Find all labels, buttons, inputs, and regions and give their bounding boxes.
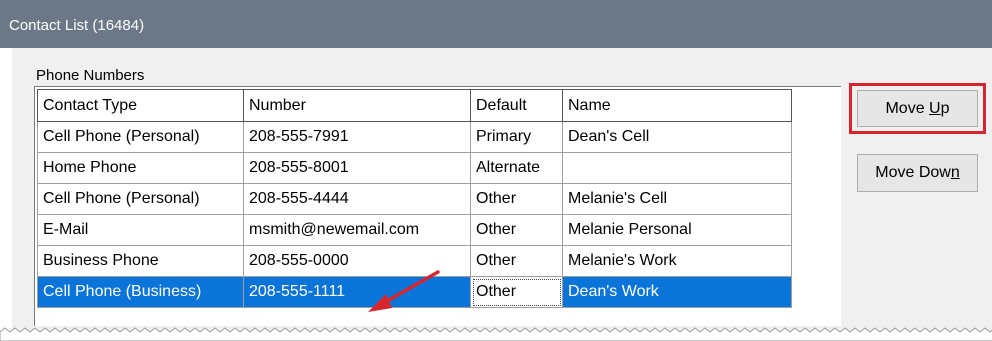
phone-numbers-label: Phone Numbers bbox=[36, 67, 145, 84]
window-titlebar: Contact List (16484) bbox=[0, 0, 992, 48]
cell-default-focused[interactable]: Other bbox=[470, 276, 563, 308]
cell-number[interactable]: 208-555-4444 bbox=[243, 183, 471, 215]
table-row[interactable]: Cell Phone (Personal) 208-555-7991 Prima… bbox=[37, 121, 792, 153]
column-header-contact-type[interactable]: Contact Type bbox=[37, 89, 244, 122]
cell-contact-type[interactable]: Cell Phone (Personal) bbox=[37, 121, 244, 153]
cell-contact-type[interactable]: Business Phone bbox=[37, 245, 244, 277]
table-row[interactable]: E-Mail msmith@newemail.com Other Melanie… bbox=[37, 214, 792, 246]
cell-default[interactable]: Primary bbox=[470, 121, 563, 153]
cell-number[interactable]: 208-555-7991 bbox=[243, 121, 471, 153]
cell-default[interactable]: Other bbox=[470, 245, 563, 277]
move-up-button[interactable]: Move Up bbox=[857, 90, 978, 127]
cell-number[interactable]: 208-555-8001 bbox=[243, 152, 471, 184]
cell-name[interactable] bbox=[562, 152, 792, 184]
move-up-label-post: p bbox=[940, 99, 950, 117]
cell-contact-type[interactable]: Home Phone bbox=[37, 152, 244, 184]
table-row[interactable]: Cell Phone (Personal) 208-555-4444 Other… bbox=[37, 183, 792, 215]
move-up-accesskey: U bbox=[929, 99, 941, 117]
column-header-number[interactable]: Number bbox=[243, 89, 471, 122]
cell-contact-type[interactable]: E-Mail bbox=[37, 214, 244, 246]
cell-default[interactable]: Other bbox=[470, 214, 563, 246]
cell-default[interactable]: Other bbox=[470, 183, 563, 215]
move-down-button[interactable]: Move Dow n bbox=[857, 154, 978, 192]
cell-name[interactable]: Dean's Work bbox=[562, 276, 792, 308]
cell-name[interactable]: Dean's Cell bbox=[562, 121, 792, 153]
window-title: Contact List (16484) bbox=[9, 17, 145, 34]
torn-edge-divider bbox=[0, 327, 992, 341]
column-header-default[interactable]: Default bbox=[470, 89, 563, 122]
move-down-accesskey: n bbox=[950, 164, 960, 181]
cell-name[interactable]: Melanie's Cell bbox=[562, 183, 792, 215]
cell-contact-type[interactable]: Cell Phone (Business) bbox=[37, 276, 244, 308]
cell-name[interactable]: Melanie's Work bbox=[562, 245, 792, 277]
column-header-name[interactable]: Name bbox=[562, 89, 792, 122]
grid-header-row: Contact Type Number Default Name bbox=[37, 89, 792, 122]
cell-name[interactable]: Melanie Personal bbox=[562, 214, 792, 246]
move-down-label-pre: Move Dow bbox=[875, 164, 951, 181]
red-arrow-annotation-icon bbox=[368, 270, 440, 312]
cell-number[interactable]: msmith@newemail.com bbox=[243, 214, 471, 246]
move-up-label-pre: Move bbox=[885, 99, 930, 117]
cell-default[interactable]: Alternate bbox=[470, 152, 563, 184]
table-row[interactable]: Home Phone 208-555-8001 Alternate bbox=[37, 152, 792, 184]
cell-contact-type[interactable]: Cell Phone (Personal) bbox=[37, 183, 244, 215]
